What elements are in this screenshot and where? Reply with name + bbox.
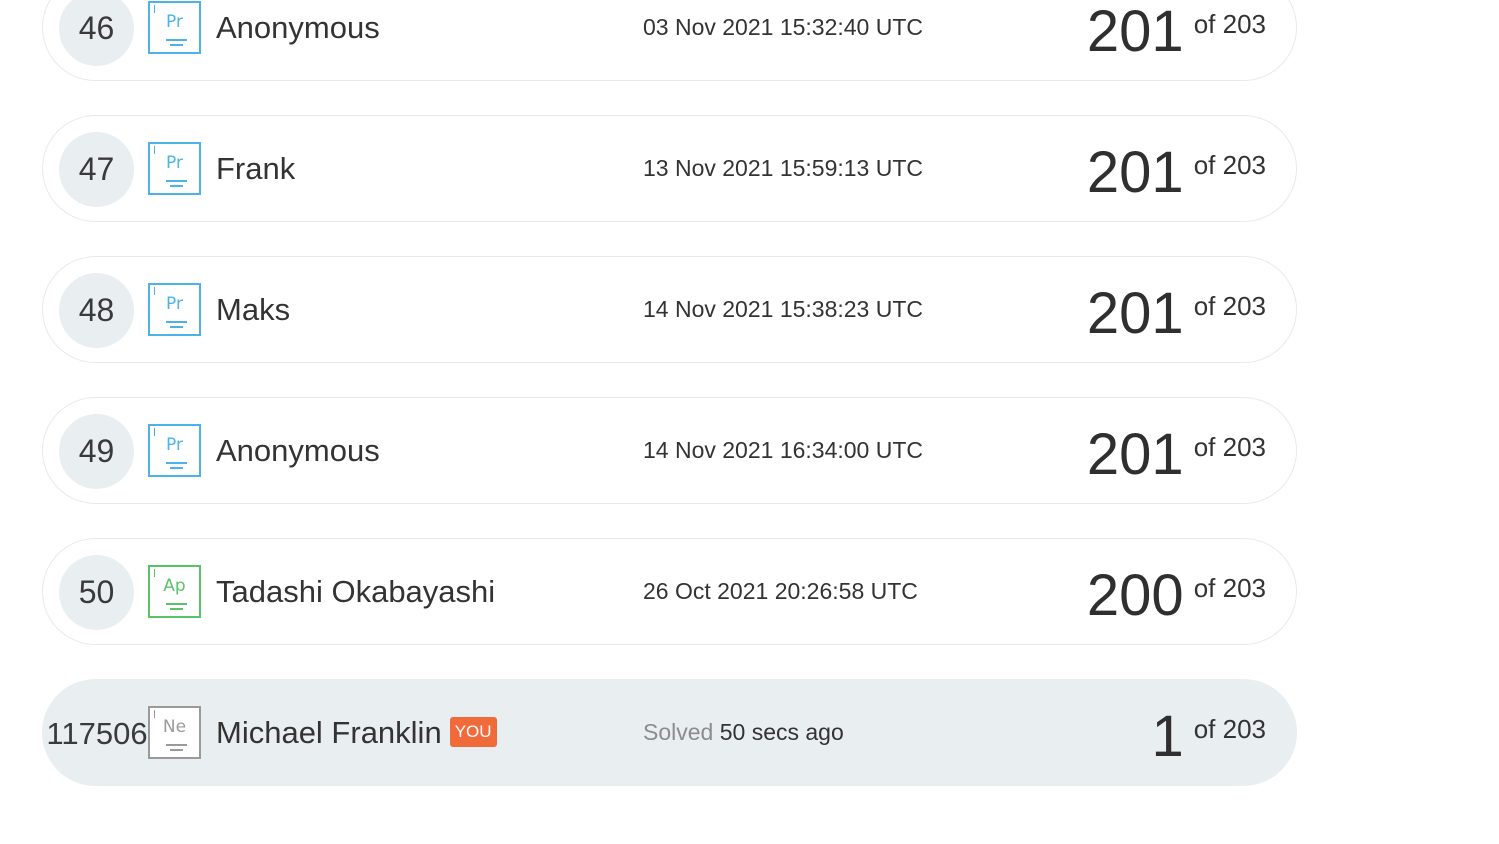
- level-badge-icon: Ne: [148, 706, 201, 759]
- leaderboard-row[interactable]: 50 Ap Tadashi Okabayashi 26 Oct 2021 20:…: [42, 538, 1297, 645]
- score-total: of 203: [1193, 291, 1266, 321]
- level-badge-symbol: Pr: [166, 435, 183, 455]
- score-total: of 203: [1193, 432, 1266, 462]
- solve-date: 14 Nov 2021 16:34:00 UTC: [643, 437, 924, 463]
- leaderboard: 46 Pr Anonymous 03 Nov 2021 15:32:40 UTC…: [42, 0, 1297, 820]
- score-value: 201: [1086, 0, 1184, 64]
- user-name[interactable]: Maks: [216, 257, 290, 362]
- rank-number: 50: [59, 555, 134, 630]
- user-name-container: Michael Franklin YOU: [216, 680, 497, 785]
- leaderboard-row[interactable]: 49 Pr Anonymous 14 Nov 2021 16:34:00 UTC…: [42, 397, 1297, 504]
- score-value: 200: [1086, 562, 1184, 628]
- level-badge-icon: Pr: [148, 283, 201, 336]
- level-badge-icon: Pr: [148, 1, 201, 54]
- rank-number: 46: [59, 0, 134, 66]
- user-name[interactable]: Anonymous: [216, 398, 380, 503]
- score-total: of 203: [1193, 573, 1266, 603]
- score-value: 1: [1151, 703, 1184, 769]
- solve-date: 03 Nov 2021 15:32:40 UTC: [643, 14, 924, 40]
- score-value: 201: [1086, 421, 1184, 487]
- score: 201 of 203: [1087, 257, 1266, 362]
- rank-number: 47: [59, 132, 134, 207]
- solved-label: Solved: [643, 719, 714, 745]
- level-badge-symbol: Pr: [166, 294, 183, 314]
- solve-date: 14 Nov 2021 15:38:23 UTC: [643, 296, 924, 322]
- solve-date: 13 Nov 2021 15:59:13 UTC: [643, 155, 924, 181]
- leaderboard-row[interactable]: 47 Pr Frank 13 Nov 2021 15:59:13 UTC 201…: [42, 115, 1297, 222]
- score: 201 of 203: [1087, 0, 1266, 80]
- solve-date: Solved 50 secs ago: [643, 680, 844, 785]
- level-badge-symbol: Ap: [163, 576, 186, 596]
- score-value: 201: [1086, 139, 1184, 205]
- level-badge-icon: Ap: [148, 565, 201, 618]
- score: 201 of 203: [1087, 116, 1266, 221]
- level-badge-symbol: Pr: [166, 12, 183, 32]
- user-name[interactable]: Frank: [216, 116, 295, 221]
- score: 1 of 203: [1151, 680, 1266, 785]
- score: 200 of 203: [1087, 539, 1266, 644]
- current-user-row[interactable]: 117506 Ne Michael Franklin YOU Solved 50 …: [42, 679, 1297, 786]
- user-name[interactable]: Michael Franklin: [216, 715, 442, 750]
- leaderboard-row[interactable]: 46 Pr Anonymous 03 Nov 2021 15:32:40 UTC…: [42, 0, 1297, 81]
- rank-number: 49: [59, 414, 134, 489]
- user-name[interactable]: Tadashi Okabayashi: [216, 539, 495, 644]
- leaderboard-row[interactable]: 48 Pr Maks 14 Nov 2021 15:38:23 UTC 201 …: [42, 256, 1297, 363]
- level-badge-icon: Pr: [148, 424, 201, 477]
- you-badge: YOU: [449, 716, 497, 747]
- level-badge-symbol: Ne: [162, 717, 187, 737]
- score-value: 201: [1086, 280, 1184, 346]
- level-badge-icon: Pr: [148, 142, 201, 195]
- score-total: of 203: [1193, 150, 1266, 180]
- score: 201 of 203: [1087, 398, 1266, 503]
- solve-date: 26 Oct 2021 20:26:58 UTC: [643, 578, 918, 604]
- rank-number: 48: [59, 273, 134, 348]
- level-badge-symbol: Pr: [166, 153, 183, 173]
- rank-number: 117506: [46, 716, 148, 751]
- user-name[interactable]: Anonymous: [216, 0, 380, 80]
- solved-time: 50 secs ago: [719, 719, 844, 745]
- score-total: of 203: [1193, 714, 1266, 744]
- score-total: of 203: [1193, 9, 1266, 39]
